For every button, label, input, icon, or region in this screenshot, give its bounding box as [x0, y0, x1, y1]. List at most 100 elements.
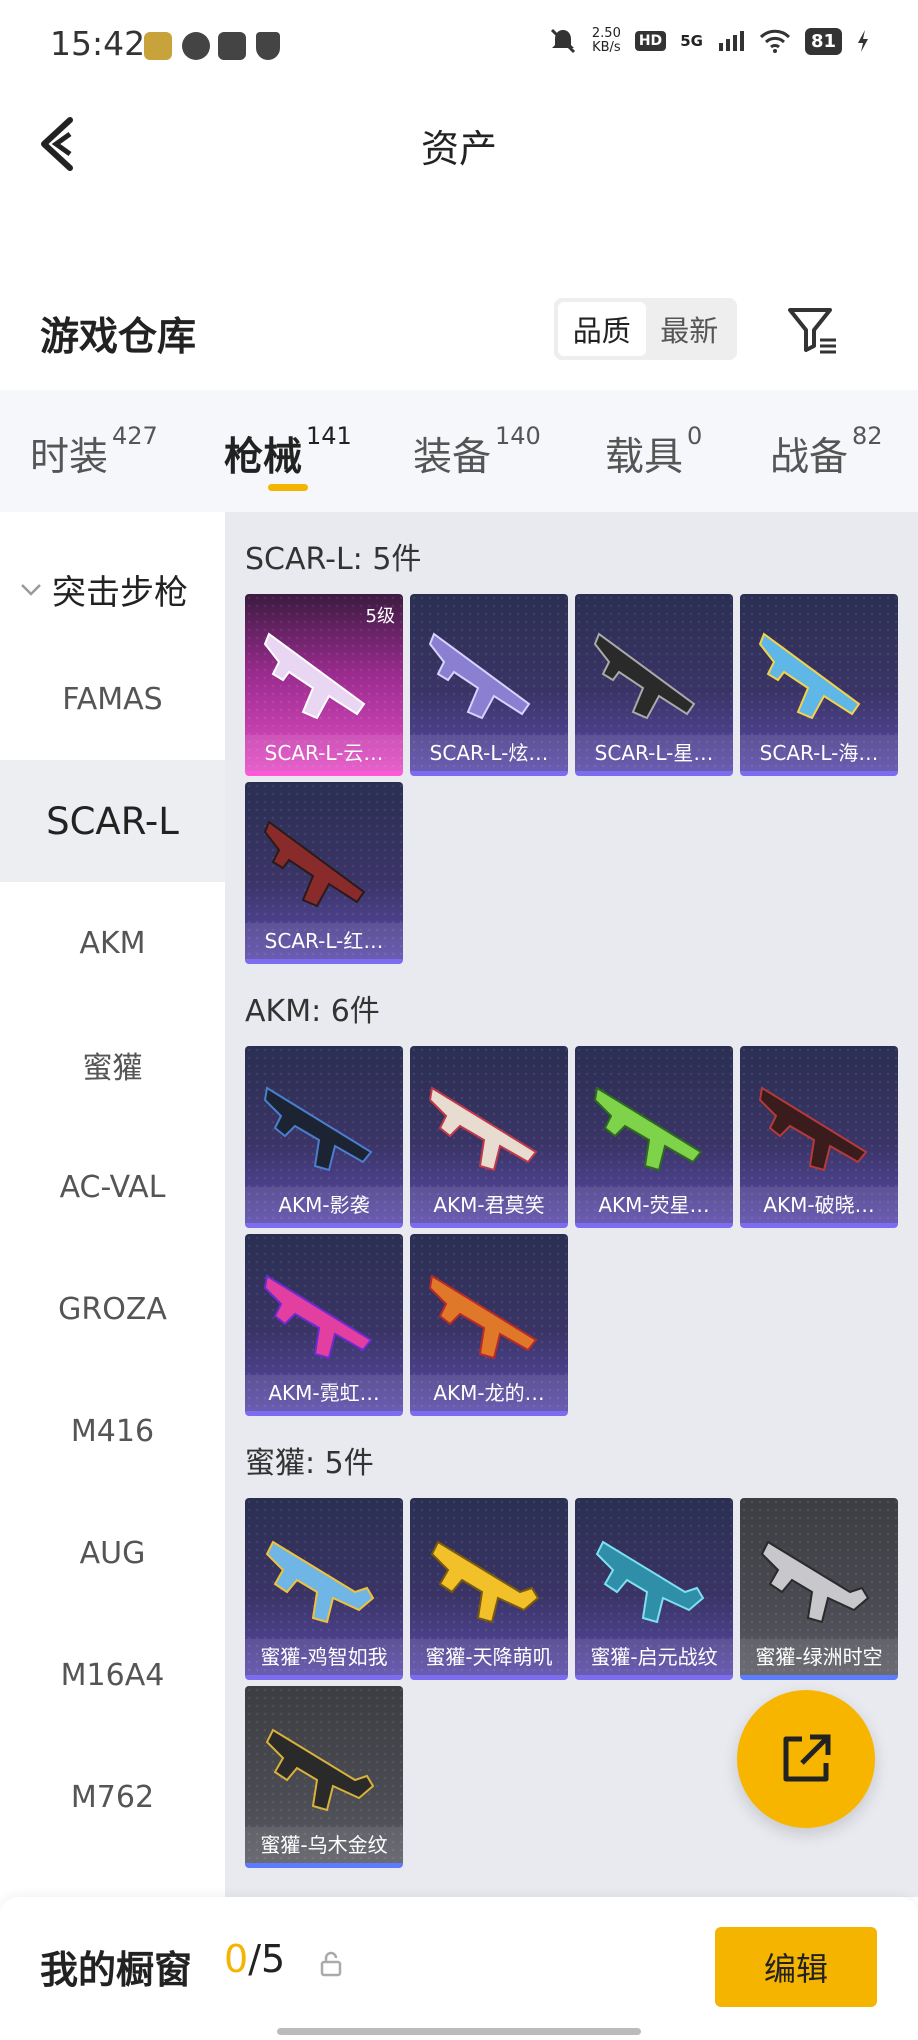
sidebar-item-groza[interactable]: GROZA — [0, 1248, 225, 1370]
smg-icon — [265, 1728, 375, 1812]
signal-icon — [718, 31, 744, 51]
skin-card[interactable]: 蜜獾-启元战纹 — [575, 1498, 733, 1680]
sidebar-item-famas[interactable]: FAMAS — [0, 638, 225, 760]
sidebar-item-m416[interactable]: M416 — [0, 1370, 225, 1492]
tab-equipment[interactable]: 装备 140 — [413, 422, 541, 482]
skin-card[interactable]: AKM-破晓… — [740, 1046, 898, 1228]
skin-card[interactable]: AKM-荧星… — [575, 1046, 733, 1228]
skin-name: SCAR-L-红… — [245, 923, 403, 959]
network-type: 5G — [680, 32, 703, 50]
smg-icon — [265, 1540, 375, 1624]
rifle-icon — [263, 1086, 373, 1172]
skin-card[interactable]: 蜜獾-绿洲时空 — [740, 1498, 898, 1680]
sidebar-item-m16a4[interactable]: M16A4 — [0, 1614, 225, 1736]
sidebar-item-aug[interactable]: AUG — [0, 1492, 225, 1614]
sidebar-item-honey-badger[interactable]: 蜜獾 — [0, 1004, 225, 1126]
rifle-icon — [758, 632, 861, 720]
tab-firearms[interactable]: 枪械 141 — [224, 422, 352, 482]
skin-name: SCAR-L-海… — [740, 735, 898, 771]
rifle-icon — [263, 820, 366, 908]
lock-icon — [320, 1951, 342, 1977]
message-icon — [218, 32, 246, 60]
rifle-icon — [263, 632, 366, 720]
skin-name: 蜜獾-乌木金纹 — [245, 1827, 403, 1863]
status-time: 15:42 — [50, 24, 146, 63]
sort-newest-button[interactable]: 最新 — [646, 302, 734, 356]
skin-card[interactable]: AKM-霓虹… — [245, 1234, 403, 1416]
showcase-bar: 我的橱窗 0/5 编辑 — [0, 1897, 918, 2040]
app-notification-icon — [144, 32, 172, 60]
weapon-sidebar: 突击步枪 FAMAS SCAR-L AKM 蜜獾 AC-VAL GROZA M4… — [0, 512, 225, 1897]
skin-card[interactable]: 蜜獾-乌木金纹 — [245, 1686, 403, 1868]
skin-name: 蜜獾-绿洲时空 — [740, 1639, 898, 1675]
sidebar-category-label: 突击步枪 — [52, 572, 188, 613]
smg-icon — [760, 1540, 870, 1624]
skin-name: AKM-荧星… — [575, 1187, 733, 1223]
sidebar-item-akm[interactable]: AKM — [0, 882, 225, 1004]
shield-icon — [256, 32, 280, 60]
showcase-count: 0/5 — [224, 1937, 286, 1981]
warehouse-title: 游戏仓库 — [40, 315, 197, 360]
rifle-icon — [428, 1274, 538, 1360]
filter-button[interactable] — [786, 304, 838, 356]
filter-icon — [788, 308, 836, 354]
skin-name: AKM-霓虹… — [245, 1375, 403, 1411]
skin-name: SCAR-L-炫… — [410, 735, 568, 771]
skin-card[interactable]: SCAR-L-炫… — [410, 594, 568, 776]
skin-name: 蜜獾-鸡智如我 — [245, 1639, 403, 1675]
smg-icon — [595, 1540, 705, 1624]
skin-card[interactable]: SCAR-L-星… — [575, 594, 733, 776]
skin-card[interactable]: SCAR-L-海… — [740, 594, 898, 776]
app-notification-icon — [182, 32, 210, 60]
tab-fashion[interactable]: 时装 427 — [30, 422, 158, 482]
edit-button[interactable]: 编辑 — [715, 1927, 877, 2007]
sidebar-item-scar-l[interactable]: SCAR-L — [0, 760, 225, 882]
home-indicator[interactable] — [277, 2028, 641, 2035]
smg-icon — [430, 1540, 540, 1624]
group-title-scar-l: SCAR-L: 5件 — [245, 542, 422, 577]
skin-card[interactable]: AKM-君莫笑 — [410, 1046, 568, 1228]
sidebar-item-m762[interactable]: M762 — [0, 1736, 225, 1858]
skin-card[interactable]: 5级 SCAR-L-云… — [245, 594, 403, 776]
sidebar-item-ac-val[interactable]: AC-VAL — [0, 1126, 225, 1248]
share-icon — [783, 1734, 831, 1782]
skin-name: 蜜獾-天降萌叽 — [410, 1639, 568, 1675]
sort-toggle: 品质 最新 — [554, 298, 737, 360]
rifle-icon — [758, 1086, 868, 1172]
hd-icon: HD — [634, 31, 667, 51]
group-title-akm: AKM: 6件 — [245, 994, 380, 1029]
skin-name: 蜜獾-启元战纹 — [575, 1639, 733, 1675]
category-tabbar: 时装 427 枪械 141 装备 140 载具 0 战备 82 — [0, 390, 918, 512]
skin-name: SCAR-L-星… — [575, 735, 733, 771]
group-title-honey-badger: 蜜獾: 5件 — [245, 1446, 374, 1481]
sort-quality-button[interactable]: 品质 — [558, 302, 646, 356]
rifle-icon — [593, 1086, 703, 1172]
skin-name: AKM-龙的… — [410, 1375, 568, 1411]
weapon-list[interactable]: SCAR-L: 5件 5级 SCAR-L-云… SCAR-L-炫… SCAR-L… — [225, 512, 918, 1897]
skin-card[interactable]: 蜜獾-天降萌叽 — [410, 1498, 568, 1680]
net-speed: 2.50 KB/s — [591, 26, 621, 55]
page-title: 资产 — [420, 127, 497, 171]
skin-name: SCAR-L-云… — [245, 735, 403, 771]
skin-card[interactable]: 蜜獾-鸡智如我 — [245, 1498, 403, 1680]
tab-supplies[interactable]: 战备 82 — [770, 422, 883, 482]
rifle-icon — [593, 632, 696, 720]
share-button[interactable] — [737, 1690, 875, 1828]
status-bar: 15:42 2.50 KB/s HD 5G 81 — [0, 0, 918, 92]
charging-icon — [858, 30, 868, 52]
wifi-icon — [759, 29, 790, 53]
sidebar-category-assault-rifles[interactable]: 突击步枪 — [0, 556, 225, 622]
skin-name: AKM-君莫笑 — [410, 1187, 568, 1223]
showcase-label: 我的橱窗 — [40, 1948, 193, 1992]
skin-card[interactable]: SCAR-L-红… — [245, 782, 403, 964]
tab-vehicles[interactable]: 载具 0 — [605, 422, 702, 482]
active-tab-indicator — [268, 484, 308, 491]
skin-name: AKM-影袭 — [245, 1187, 403, 1223]
skin-card[interactable]: AKM-影袭 — [245, 1046, 403, 1228]
rifle-icon — [428, 1086, 538, 1172]
battery-level: 81 — [804, 27, 842, 55]
skin-name: AKM-破晓… — [740, 1187, 898, 1223]
rifle-icon — [263, 1274, 373, 1360]
skin-card[interactable]: AKM-龙的… — [410, 1234, 568, 1416]
mute-bell-icon — [550, 28, 575, 54]
